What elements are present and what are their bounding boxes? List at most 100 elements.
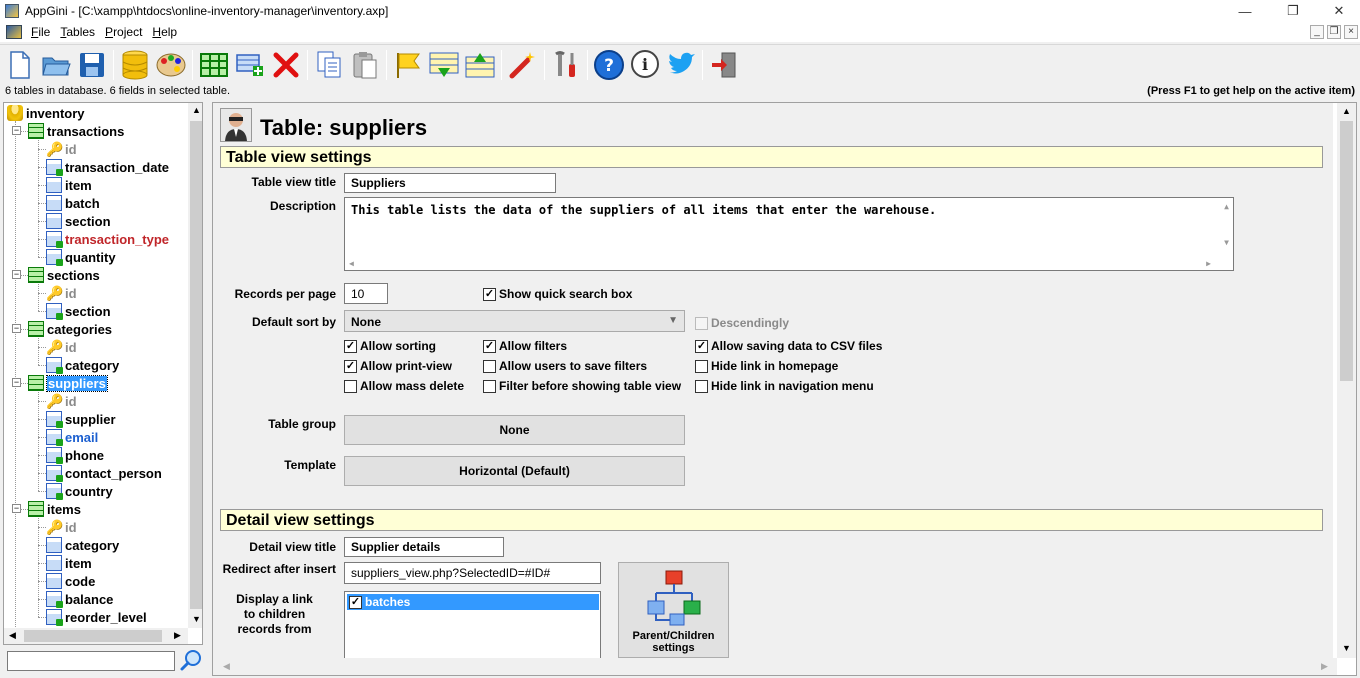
tree-field-node[interactable]: balance <box>46 590 113 608</box>
table-group-button[interactable]: None <box>344 415 685 445</box>
search-input[interactable] <box>7 651 175 671</box>
scroll-left-icon[interactable]: ◀ <box>223 661 230 672</box>
mdi-close-icon[interactable]: × <box>1344 25 1358 39</box>
allow-save-filters-checkbox[interactable]: Allow users to save filters <box>483 359 647 373</box>
textarea-scroll-up-icon[interactable]: ▲ <box>1224 202 1229 211</box>
menu-tables[interactable]: Tables <box>57 25 102 39</box>
tree-field-node[interactable]: quantity <box>46 248 116 266</box>
tree-field-node[interactable]: phone <box>46 446 104 464</box>
panel-vertical-scrollbar[interactable]: ▲ ▼ <box>1337 103 1356 658</box>
scroll-down-icon[interactable]: ▼ <box>192 614 201 624</box>
maximize-button[interactable]: ❐ <box>1270 0 1316 22</box>
textarea-scroll-down-icon[interactable]: ▼ <box>1224 238 1229 247</box>
mdi-restore-icon[interactable]: ❐ <box>1327 25 1341 39</box>
scroll-right-icon[interactable]: ▶ <box>1321 661 1328 672</box>
open-folder-icon[interactable] <box>40 49 72 81</box>
scroll-up-icon[interactable]: ▲ <box>1342 106 1351 116</box>
tree-table-node[interactable]: − suppliers <box>12 374 108 392</box>
hide-homepage-checkbox[interactable]: Hide link in homepage <box>695 359 838 373</box>
tree-field-node[interactable]: section <box>46 212 111 230</box>
tree-vertical-scrollbar[interactable]: ▲ ▼ <box>188 103 202 628</box>
tree-field-node[interactable]: 🔑 id <box>46 338 77 356</box>
redirect-after-insert-input[interactable] <box>344 562 601 584</box>
tree-table-node[interactable]: − sections <box>12 266 100 284</box>
menu-file[interactable]: File <box>28 25 57 39</box>
copy-icon[interactable] <box>313 49 345 81</box>
flag-icon[interactable] <box>392 49 424 81</box>
tree-field-node[interactable]: code <box>46 572 95 590</box>
menu-help[interactable]: Help <box>149 25 184 39</box>
panel-horizontal-scrollbar[interactable]: ◀ ▶ <box>213 658 1337 675</box>
table-view-title-input[interactable] <box>344 173 556 193</box>
allow-filters-checkbox[interactable]: ✓ Allow filters <box>483 339 567 353</box>
default-sort-select[interactable]: None ▼ <box>344 310 685 332</box>
search-icon[interactable] <box>179 648 203 672</box>
parent-children-settings-button[interactable]: Parent/Children settings <box>618 562 729 658</box>
allow-mass-delete-checkbox[interactable]: Allow mass delete <box>344 379 464 393</box>
tree-table-node[interactable]: − items <box>12 500 81 518</box>
magic-wand-icon[interactable] <box>507 49 539 81</box>
tree-field-node[interactable]: country <box>46 482 113 500</box>
move-up-icon[interactable] <box>464 49 496 81</box>
tree-hscroll-thumb[interactable] <box>24 630 162 642</box>
delete-icon[interactable] <box>270 49 302 81</box>
exit-icon[interactable] <box>708 49 740 81</box>
tree-table-node[interactable]: − categories <box>12 320 112 338</box>
app-menu-icon[interactable] <box>6 25 22 39</box>
tree-field-node[interactable]: supplier <box>46 410 116 428</box>
tree-root[interactable]: inventory <box>7 104 85 122</box>
tree-field-node[interactable]: section <box>46 302 111 320</box>
new-file-icon[interactable] <box>4 49 36 81</box>
tree-table-node[interactable]: − transactions <box>12 122 124 140</box>
tree-field-node[interactable]: contact_person <box>46 464 162 482</box>
show-quick-search-checkbox[interactable]: ✓ Show quick search box <box>483 287 632 301</box>
hide-nav-checkbox[interactable]: Hide link in navigation menu <box>695 379 874 393</box>
scroll-down-icon[interactable]: ▼ <box>1342 643 1351 653</box>
allow-csv-checkbox[interactable]: ✓ Allow saving data to CSV files <box>695 339 882 353</box>
detail-view-title-input[interactable] <box>344 537 504 557</box>
palette-icon[interactable] <box>155 49 187 81</box>
filter-before-checkbox[interactable]: Filter before showing table view <box>483 379 681 393</box>
tree-field-node[interactable]: transaction_date <box>46 158 169 176</box>
tree-field-node[interactable]: transaction_type <box>46 230 169 248</box>
paste-icon[interactable] <box>349 49 381 81</box>
minimize-button[interactable]: — <box>1222 0 1268 22</box>
menu-project[interactable]: Project <box>102 25 149 39</box>
tree-field-node[interactable]: 🔑 id <box>46 284 77 302</box>
tree-field-node[interactable]: category <box>46 536 119 554</box>
tree-field-node[interactable]: category <box>46 356 119 374</box>
help-icon[interactable]: ? <box>593 49 625 81</box>
scroll-up-icon[interactable]: ▲ <box>192 105 201 115</box>
tree-field-node[interactable]: 🔑 id <box>46 140 77 158</box>
tree-field-node[interactable]: reorder_level <box>46 608 147 626</box>
template-button[interactable]: Horizontal (Default) <box>344 456 685 486</box>
textarea-scroll-left-icon[interactable]: ◀ <box>349 259 354 268</box>
tree-field-node[interactable]: item <box>46 176 92 194</box>
tree-field-node[interactable]: 🔑 id <box>46 392 77 410</box>
tree-field-node[interactable]: batch <box>46 194 100 212</box>
allow-print-view-checkbox[interactable]: ✓ Allow print-view <box>344 359 452 373</box>
tools-icon[interactable] <box>550 49 582 81</box>
save-icon[interactable] <box>76 49 108 81</box>
twitter-icon[interactable] <box>665 49 697 81</box>
list-item[interactable]: ✓ batches <box>347 594 599 610</box>
scroll-right-icon[interactable]: ▶ <box>174 630 181 641</box>
allow-sorting-checkbox[interactable]: ✓ Allow sorting <box>344 339 436 353</box>
textarea-scroll-right-icon[interactable]: ▶ <box>1206 259 1211 268</box>
panel-vscroll-thumb[interactable] <box>1340 121 1353 381</box>
children-tables-list[interactable]: ✓ batches <box>344 591 601 661</box>
tree-vscroll-thumb[interactable] <box>190 121 202 609</box>
records-per-page-input[interactable] <box>344 283 388 304</box>
scroll-left-icon[interactable]: ◀ <box>9 630 16 641</box>
mdi-minimize-icon[interactable]: _ <box>1310 25 1324 39</box>
database-icon[interactable] <box>119 49 151 81</box>
tree-field-node[interactable]: item <box>46 554 92 572</box>
add-field-icon[interactable] <box>234 49 266 81</box>
add-table-icon[interactable] <box>198 49 230 81</box>
tree-horizontal-scrollbar[interactable]: ◀ ▶ <box>4 628 188 644</box>
move-down-icon[interactable] <box>428 49 460 81</box>
tree-field-node[interactable]: 🔑 id <box>46 518 77 536</box>
table-tree[interactable]: inventory − transactions 🔑 id transaction_dat… <box>3 102 203 645</box>
description-textarea[interactable]: This table lists the data of the supplie… <box>344 197 1234 271</box>
info-icon[interactable]: i <box>629 49 661 81</box>
